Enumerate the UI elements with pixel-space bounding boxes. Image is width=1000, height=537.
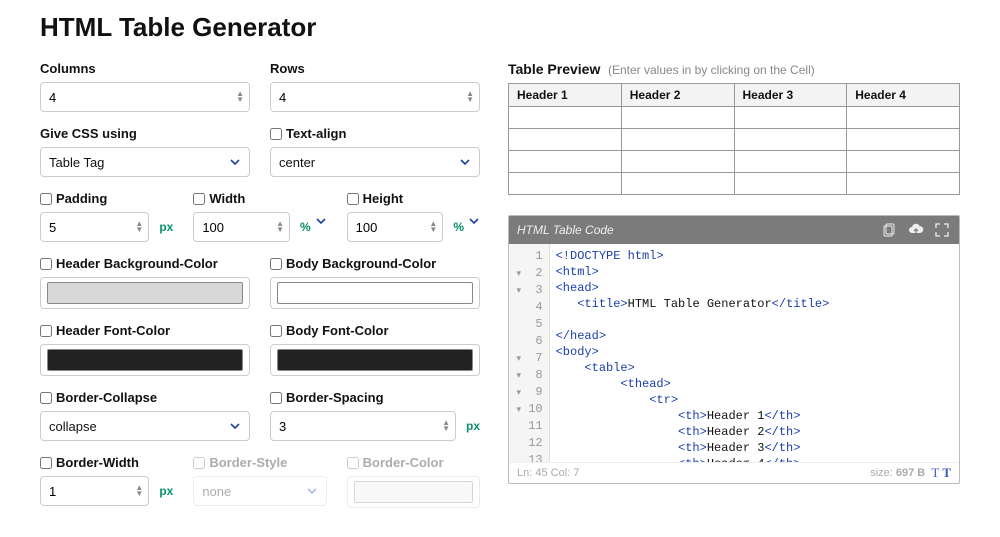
code-title: HTML Table Code [517,223,614,237]
width-label: Width [209,191,245,206]
text-align-value: center [279,155,315,170]
border-width-checkbox[interactable] [40,457,52,469]
chevron-down-icon [229,156,241,168]
text-align-label: Text-align [286,126,346,141]
chevron-down-icon[interactable] [468,215,480,227]
preview-cell[interactable] [847,129,960,151]
border-style-select[interactable]: none [193,476,326,506]
header-bg-checkbox[interactable] [40,258,52,270]
css-using-label: Give CSS using [40,126,250,141]
chevron-down-icon [459,156,471,168]
cursor-position: Ln: 45 Col: 7 [517,467,579,479]
preview-header: Table Preview (Enter values in by clicki… [508,61,960,77]
border-spacing-label: Border-Spacing [286,390,384,405]
height-input[interactable] [347,212,444,242]
border-color-checkbox[interactable] [347,457,359,469]
cloud-upload-icon[interactable] [907,221,925,239]
expand-icon[interactable] [933,221,951,239]
preview-cell[interactable] [509,173,622,195]
padding-unit: px [159,220,173,234]
border-style-value: none [202,484,231,499]
form-panel: Columns ▲▼ Rows ▲▼ Give CSS using Table … [40,61,480,522]
border-collapse-select[interactable]: collapse [40,411,250,441]
height-label: Height [363,191,403,206]
border-spacing-checkbox[interactable] [270,392,282,404]
text-size-toggle[interactable]: T T [931,465,951,481]
copy-icon[interactable] [881,221,899,239]
body-bg-checkbox[interactable] [270,258,282,270]
preview-header-cell[interactable]: Header 1 [509,84,622,107]
preview-cell[interactable] [621,129,734,151]
preview-cell[interactable] [734,129,847,151]
preview-cell[interactable] [847,173,960,195]
preview-cell[interactable] [621,173,734,195]
preview-cell[interactable] [621,151,734,173]
header-bg-swatch[interactable] [47,282,243,304]
columns-label: Columns [40,61,250,76]
preview-cell[interactable] [847,151,960,173]
preview-cell[interactable] [509,151,622,173]
text-align-select[interactable]: center [270,147,480,177]
preview-cell[interactable] [734,151,847,173]
chevron-down-icon[interactable] [315,215,327,227]
size-value: 697 B [896,467,925,479]
border-collapse-label: Border-Collapse [56,390,157,405]
border-width-unit: px [159,484,173,498]
preview-table[interactable]: Header 1Header 2Header 3Header 4 [508,83,960,195]
border-spacing-unit: px [466,419,480,433]
body-font-label: Body Font-Color [286,323,389,338]
border-style-checkbox[interactable] [193,457,205,469]
preview-cell[interactable] [847,107,960,129]
preview-cell[interactable] [621,107,734,129]
width-checkbox[interactable] [193,193,205,205]
preview-hint: (Enter values in by clicking on the Cell… [608,63,815,77]
body-font-swatch[interactable] [277,349,473,371]
border-collapse-value: collapse [49,419,97,434]
css-using-select[interactable]: Table Tag [40,147,250,177]
rows-input[interactable] [270,82,480,112]
width-unit: % [300,220,311,234]
chevron-down-icon [306,485,318,497]
padding-checkbox[interactable] [40,193,52,205]
header-font-swatch[interactable] [47,349,243,371]
columns-input[interactable] [40,82,250,112]
code-editor[interactable]: 1 ▾ 2 ▾ 3 4 5 6 ▾ 7 ▾ 8 ▾ 9 ▾ 10 11 12 1… [509,244,959,462]
border-width-input[interactable] [40,476,149,506]
page-title: HTML Table Generator [40,12,960,43]
border-collapse-checkbox[interactable] [40,392,52,404]
preview-header-cell[interactable]: Header 3 [734,84,847,107]
header-bg-label: Header Background-Color [56,256,218,271]
header-font-label: Header Font-Color [56,323,170,338]
header-font-checkbox[interactable] [40,325,52,337]
preview-cell[interactable] [509,129,622,151]
preview-header-cell[interactable]: Header 4 [847,84,960,107]
code-panel: HTML Table Code 1 ▾ 2 ▾ 3 4 5 6 ▾ 7 ▾ 8 … [508,215,960,484]
height-unit: % [453,220,464,234]
body-bg-swatch[interactable] [277,282,473,304]
css-using-value: Table Tag [49,155,104,170]
border-color-swatch[interactable] [354,481,473,503]
size-label: size: [870,467,893,479]
rows-label: Rows [270,61,480,76]
padding-input[interactable] [40,212,149,242]
border-style-label: Border-Style [209,455,287,470]
border-spacing-input[interactable] [270,411,456,441]
border-color-label: Border-Color [363,455,444,470]
padding-label: Padding [56,191,107,206]
width-input[interactable] [193,212,290,242]
preview-cell[interactable] [734,173,847,195]
body-bg-label: Body Background-Color [286,256,436,271]
chevron-down-icon [229,420,241,432]
body-font-checkbox[interactable] [270,325,282,337]
preview-header-cell[interactable]: Header 2 [621,84,734,107]
preview-cell[interactable] [509,107,622,129]
preview-cell[interactable] [734,107,847,129]
height-checkbox[interactable] [347,193,359,205]
text-align-checkbox[interactable] [270,128,282,140]
border-width-label: Border-Width [56,455,139,470]
preview-title: Table Preview [508,61,600,77]
